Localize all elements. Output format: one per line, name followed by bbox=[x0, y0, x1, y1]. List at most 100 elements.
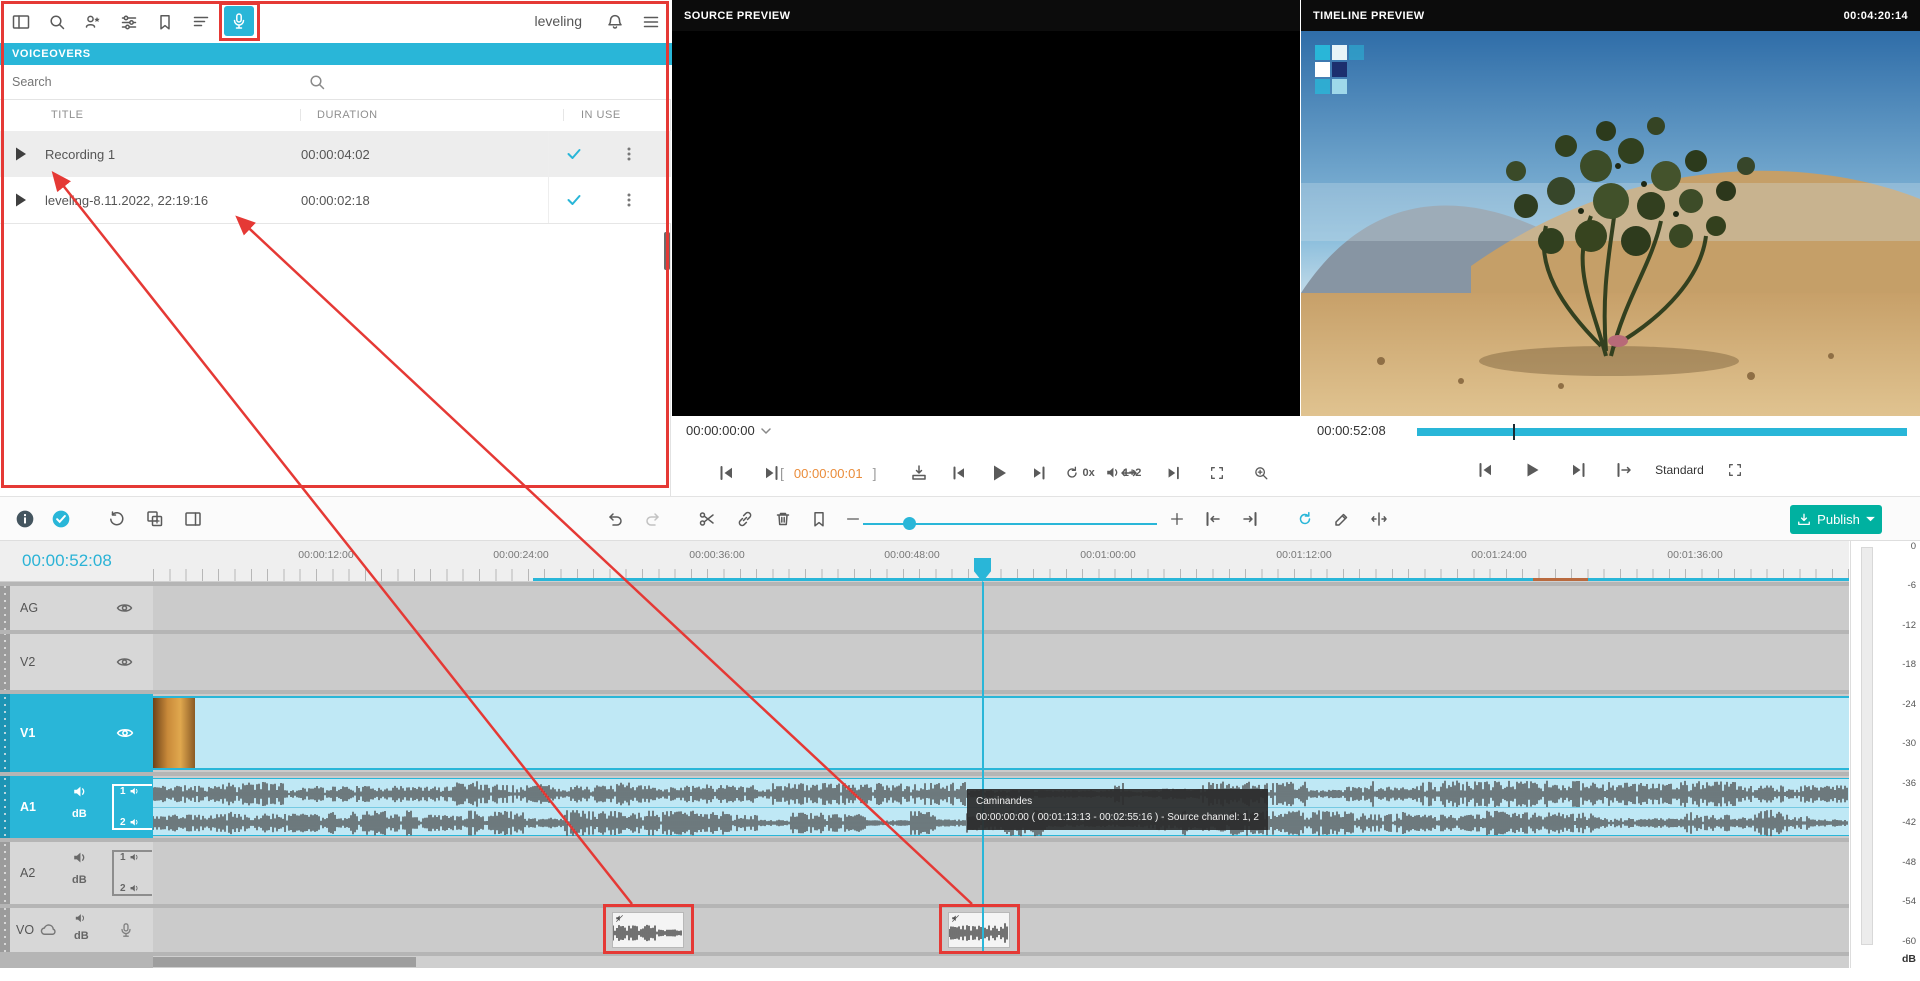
search-icon[interactable] bbox=[42, 7, 72, 37]
tag-icon[interactable] bbox=[150, 7, 180, 37]
track-drag-handle[interactable] bbox=[0, 586, 10, 630]
loop-control[interactable]: 0x bbox=[1064, 465, 1094, 481]
track-volume-speaker-icon[interactable] bbox=[74, 912, 87, 925]
zoom-out-minus-icon[interactable] bbox=[838, 504, 868, 534]
panels-icon[interactable] bbox=[6, 7, 36, 37]
track-visibility-eye-icon[interactable] bbox=[116, 600, 133, 617]
zoom-in-plus-icon[interactable] bbox=[1162, 504, 1192, 534]
play-icon[interactable] bbox=[984, 458, 1014, 488]
track-db-label[interactable]: dB bbox=[72, 808, 87, 820]
marker-flag-icon[interactable] bbox=[804, 504, 834, 534]
record-mic-icon[interactable] bbox=[118, 922, 134, 938]
row-options-kebab-icon[interactable] bbox=[614, 185, 644, 215]
track-drag-handle[interactable] bbox=[0, 776, 10, 838]
play-voiceover-icon[interactable] bbox=[6, 185, 36, 215]
track-vo-header[interactable]: VO dB bbox=[0, 908, 153, 952]
fit-width-icon[interactable] bbox=[1114, 458, 1144, 488]
overwrite-edit-icon[interactable] bbox=[904, 458, 934, 488]
track-v1[interactable]: V1 bbox=[0, 694, 1849, 772]
in-mark-close[interactable]: ] bbox=[873, 465, 877, 481]
microphone-icon[interactable] bbox=[224, 6, 254, 36]
link-clips-icon[interactable] bbox=[730, 504, 760, 534]
channel-2-toggle[interactable]: 2 bbox=[120, 883, 152, 894]
cut-scissors-icon[interactable] bbox=[692, 504, 722, 534]
track-drag-handle[interactable] bbox=[0, 634, 10, 690]
play-icon[interactable] bbox=[1517, 455, 1547, 485]
source-video-area[interactable] bbox=[672, 31, 1300, 416]
track-visibility-eye-icon[interactable] bbox=[116, 724, 134, 742]
search-input[interactable] bbox=[0, 75, 324, 89]
refresh-icon[interactable] bbox=[102, 504, 132, 534]
track-v1-content[interactable] bbox=[153, 694, 1849, 772]
in-mark-open[interactable]: [ bbox=[780, 465, 784, 481]
track-v1-header[interactable]: V1 bbox=[0, 694, 153, 772]
track-drag-handle[interactable] bbox=[0, 842, 10, 904]
source-timecode-display[interactable]: 00:00:00:00 bbox=[686, 423, 772, 438]
channel-2-toggle[interactable]: 2 bbox=[120, 817, 152, 828]
track-v2[interactable]: V2 bbox=[0, 634, 1849, 690]
go-to-playhead-icon[interactable] bbox=[1609, 455, 1639, 485]
channel-1-toggle[interactable]: 1 bbox=[120, 786, 152, 797]
trim-mode-icon[interactable] bbox=[1364, 504, 1394, 534]
fullscreen-icon[interactable] bbox=[1720, 455, 1750, 485]
notifications-bell-icon[interactable] bbox=[600, 7, 630, 37]
track-a2-header[interactable]: A2 dB 1 2 bbox=[0, 842, 153, 904]
track-a1[interactable]: A1 dB 1 2 bbox=[0, 776, 1849, 838]
track-ag-content[interactable] bbox=[153, 586, 1849, 630]
append-edit-icon[interactable] bbox=[1235, 504, 1265, 534]
play-voiceover-icon[interactable] bbox=[6, 139, 36, 169]
track-volume-speaker-icon[interactable] bbox=[72, 784, 88, 800]
track-a1-header[interactable]: A1 dB 1 2 bbox=[0, 776, 153, 838]
track-drag-handle[interactable] bbox=[0, 694, 10, 772]
menu-icon[interactable] bbox=[636, 7, 666, 37]
scrollbar-thumb[interactable] bbox=[153, 957, 416, 967]
playback-quality[interactable]: Standard bbox=[1655, 463, 1704, 477]
track-volume-speaker-icon[interactable] bbox=[72, 850, 88, 866]
fullscreen-icon[interactable] bbox=[1202, 458, 1232, 488]
delete-trash-icon[interactable] bbox=[768, 504, 798, 534]
track-ag-header[interactable]: AG bbox=[0, 586, 153, 630]
track-db-label[interactable]: dB bbox=[72, 874, 87, 886]
track-a2[interactable]: A2 dB 1 2 bbox=[0, 842, 1849, 904]
video-clip-caminandes[interactable] bbox=[153, 696, 1849, 770]
sequence-info-icon[interactable] bbox=[10, 504, 40, 534]
scrub-position-marker[interactable] bbox=[1513, 424, 1515, 440]
voiceover-clip-1[interactable] bbox=[612, 912, 684, 948]
voiceover-row[interactable]: Recording 1 00:00:04:02 bbox=[0, 131, 671, 178]
razor-icon[interactable] bbox=[1327, 504, 1357, 534]
timeline-h-scrollbar[interactable] bbox=[153, 956, 1849, 968]
track-v2-content[interactable] bbox=[153, 634, 1849, 690]
voiceover-clip-2[interactable] bbox=[948, 912, 1010, 948]
approve-check-icon[interactable] bbox=[46, 504, 76, 534]
go-to-end-icon[interactable] bbox=[1563, 455, 1593, 485]
panel-resize-handle[interactable] bbox=[664, 232, 670, 270]
go-to-end-icon[interactable] bbox=[1158, 458, 1188, 488]
track-drag-handle[interactable] bbox=[0, 908, 10, 952]
zoom-slider-handle[interactable] bbox=[903, 517, 916, 530]
redo-icon[interactable] bbox=[638, 504, 668, 534]
sort-list-icon[interactable] bbox=[186, 7, 216, 37]
track-a2-content[interactable] bbox=[153, 842, 1849, 904]
add-layer-icon[interactable] bbox=[140, 504, 170, 534]
panel-layout-icon[interactable] bbox=[178, 504, 208, 534]
next-frame-icon[interactable] bbox=[1024, 458, 1054, 488]
preview-scrub-bar[interactable] bbox=[1417, 428, 1907, 436]
timeline-zoom-slider[interactable] bbox=[863, 523, 1157, 525]
row-options-kebab-icon[interactable] bbox=[614, 139, 644, 169]
sliders-icon[interactable] bbox=[114, 7, 144, 37]
auto-reframe-icon[interactable] bbox=[1290, 504, 1320, 534]
search-field-icon[interactable] bbox=[308, 73, 326, 91]
voiceover-row[interactable]: leveling-8.11.2022, 22:19:16 00:00:02:18 bbox=[0, 177, 671, 224]
track-v2-header[interactable]: V2 bbox=[0, 634, 153, 690]
playhead-line[interactable] bbox=[982, 582, 984, 952]
timeline-ruler[interactable]: 00:00:52:08 00:00:12:00 00:00:24:00 00:0… bbox=[0, 541, 1849, 582]
track-visibility-eye-icon[interactable] bbox=[116, 654, 133, 671]
publish-button[interactable]: Publish bbox=[1790, 505, 1882, 534]
go-to-in-icon[interactable] bbox=[712, 458, 742, 488]
track-vo-content[interactable] bbox=[153, 908, 1849, 952]
channel-1-toggle[interactable]: 1 bbox=[120, 852, 152, 863]
previous-frame-icon[interactable] bbox=[944, 458, 974, 488]
undo-icon[interactable] bbox=[600, 504, 630, 534]
go-to-start-icon[interactable] bbox=[1471, 455, 1501, 485]
zoom-in-icon[interactable] bbox=[1246, 458, 1276, 488]
